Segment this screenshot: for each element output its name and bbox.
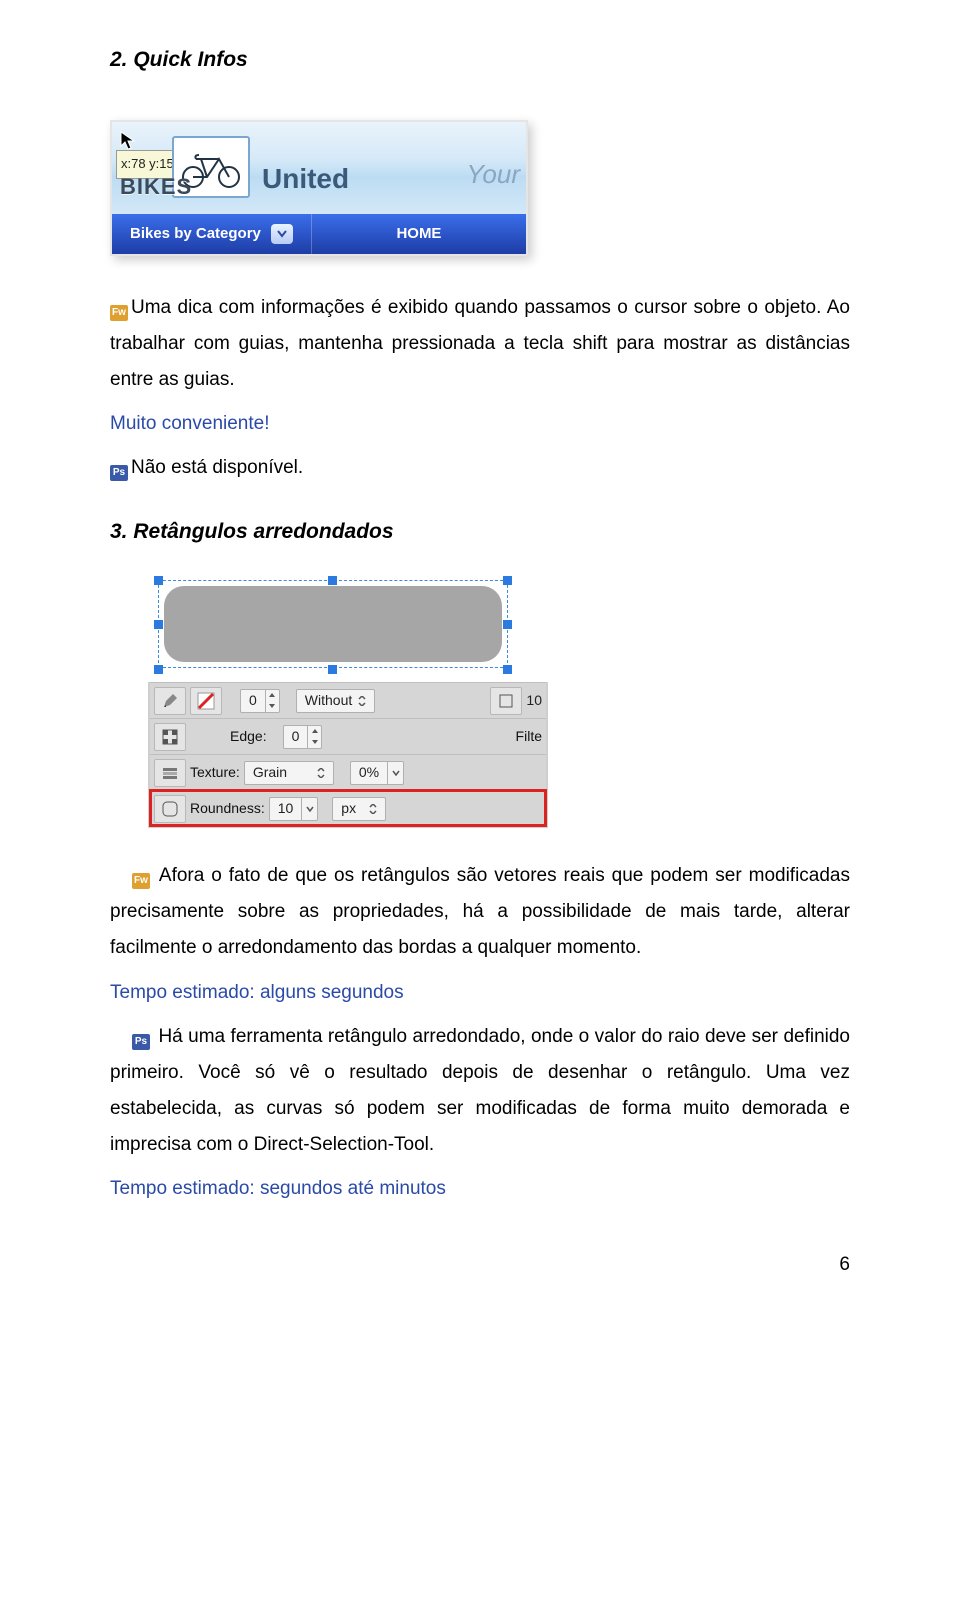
paragraph-ps-unavailable: PsNão está disponível.	[110, 450, 850, 486]
chevron-down-icon[interactable]	[301, 797, 317, 821]
selection-handle[interactable]	[328, 665, 337, 674]
texture-icon[interactable]	[154, 759, 186, 787]
label-roundness: Roundness:	[190, 795, 265, 822]
panel-row-texture: Texture: Grain 0%	[150, 754, 546, 790]
nav-item-label: HOME	[396, 220, 441, 249]
selection-handle[interactable]	[154, 665, 163, 674]
fireworks-icon: Fw	[132, 873, 150, 889]
text-tempo-2: Tempo estimado: segundos até minutos	[110, 1171, 850, 1207]
heading-quick-infos: 2. Quick Infos	[110, 40, 850, 80]
label-edge: Edge:	[230, 723, 267, 750]
misc-icon[interactable]	[490, 687, 522, 715]
field-value: 0	[241, 687, 265, 714]
texture-select[interactable]: Grain	[244, 761, 334, 785]
properties-panel: 0 Without 10 Edge:	[148, 682, 548, 828]
nav-item-home[interactable]: HOME	[312, 214, 526, 254]
cursor-icon	[120, 128, 136, 148]
label-texture: Texture:	[190, 759, 240, 786]
selection-handle[interactable]	[503, 576, 512, 585]
selection-handle[interactable]	[154, 620, 163, 629]
roundness-unit-select[interactable]: px	[332, 797, 386, 821]
paragraph-quick-infos: FwUma dica com informações é exibido qua…	[110, 290, 850, 398]
nav-item-label: Bikes by Category	[130, 220, 261, 249]
select-value: Without	[305, 687, 352, 714]
select-value: px	[341, 795, 356, 822]
chevron-down-icon[interactable]	[387, 761, 403, 785]
edge-field[interactable]: 0	[283, 725, 323, 749]
label-filte: Filte	[516, 723, 542, 750]
paragraph-ps-rounded: Ps Há uma ferramenta retângulo arredonda…	[110, 1019, 850, 1163]
field-value: 10	[270, 795, 302, 822]
panel-row-edge: Edge: 0 Filte	[150, 718, 546, 754]
screenshot-rounded-rect: 0 Without 10 Edge:	[148, 570, 548, 828]
photoshop-icon: Ps	[132, 1034, 150, 1050]
photoshop-icon: Ps	[110, 465, 128, 481]
body-text: Há uma ferramenta retângulo arredondado,…	[110, 1026, 850, 1155]
roundness-icon[interactable]	[154, 795, 186, 823]
stroke-width-field[interactable]: 0	[240, 689, 280, 713]
page-number: 6	[110, 1247, 850, 1283]
panel-row-roundness: Roundness: 10 px	[150, 790, 546, 826]
chevron-down-icon[interactable]	[271, 224, 293, 244]
texture-pct-field[interactable]: 0%	[350, 761, 404, 785]
field-value: 0%	[351, 759, 387, 786]
spinner[interactable]	[307, 726, 321, 748]
screenshot-bikes-united: x:78 y:15 BIKES United Your Bikes by Cat…	[110, 120, 528, 256]
body-text: Não está disponível.	[131, 457, 303, 478]
brand-text-bikes: BIKES	[120, 166, 192, 208]
spinner[interactable]	[265, 690, 279, 712]
body-text: Uma dica com informações é exibido quand…	[110, 297, 850, 390]
pencil-icon[interactable]	[154, 687, 186, 715]
paragraph-fw-rounded: Fw Afora o fato de que os retângulos são…	[110, 858, 850, 966]
screenshot-banner: x:78 y:15 BIKES United Your	[112, 122, 526, 214]
fireworks-icon: Fw	[110, 305, 128, 321]
stroke-style-select[interactable]: Without	[296, 689, 375, 713]
panel-row-stroke: 0 Without 10	[150, 682, 546, 718]
selection-handle[interactable]	[328, 576, 337, 585]
rounded-rectangle-shape	[164, 586, 502, 662]
trailing-number: 10	[526, 687, 542, 714]
nav-item-category[interactable]: Bikes by Category	[112, 214, 311, 254]
no-fill-icon[interactable]	[190, 687, 222, 715]
brand-text-united: United	[262, 152, 349, 205]
banner-text-your: Your	[467, 150, 521, 199]
heading-retangulos: 3. Retângulos arredondados	[110, 512, 850, 552]
body-text: Afora o fato de que os retângulos são ve…	[110, 865, 850, 958]
select-value: Grain	[253, 759, 287, 786]
text-tempo-1: Tempo estimado: alguns segundos	[110, 975, 850, 1011]
field-value: 0	[284, 723, 308, 750]
selection-handle[interactable]	[154, 576, 163, 585]
canvas-preview	[148, 570, 518, 676]
roundness-value-field[interactable]: 10	[269, 797, 319, 821]
text-conveniente: Muito conveniente!	[110, 406, 850, 442]
selection-handle[interactable]	[503, 665, 512, 674]
nav-bar: Bikes by Category HOME	[112, 214, 526, 254]
edge-icon[interactable]	[154, 723, 186, 751]
selection-handle[interactable]	[503, 620, 512, 629]
